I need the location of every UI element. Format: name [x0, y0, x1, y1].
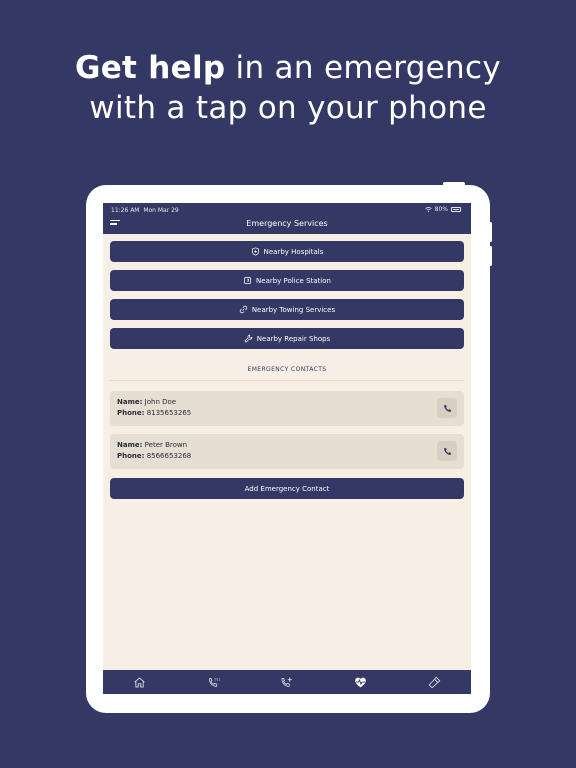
phone-icon [443, 404, 451, 412]
headline-bold: Get help [74, 50, 226, 86]
nearby-police-station-label: Nearby Police Station [256, 276, 331, 285]
svg-text:911: 911 [214, 677, 220, 681]
call-john-doe-button[interactable] [437, 398, 457, 418]
app-header: 11:26 AM Mon Mar 29 80% Emergency Servic… [103, 203, 471, 234]
tablet-volume-up-button [489, 222, 492, 242]
name-label: Name: [117, 398, 143, 406]
phone-icon [443, 447, 451, 455]
status-indicators: 80% [424, 206, 461, 213]
contact-phone-row: Phone: 8566653268 [117, 452, 191, 460]
headline-line-2: with a tap on your phone [89, 90, 487, 126]
emergency-contacts-heading: EMERGENCY CONTACTS [247, 366, 327, 373]
status-clock: 11:26 AM [111, 207, 140, 214]
phone-add-icon [282, 677, 293, 687]
nearby-hospitals-button[interactable]: Nearby Hospitals [110, 241, 464, 262]
status-date: Mon Mar 29 [143, 207, 179, 214]
contact-name-row: Name: John Doe [117, 398, 176, 406]
add-emergency-contact-button[interactable]: Add Emergency Contact [110, 478, 464, 499]
nearby-police-station-button[interactable]: Nearby Police Station [110, 270, 464, 291]
phone-911-icon: 911 [208, 677, 220, 687]
tab-add-contact[interactable] [250, 670, 324, 694]
battery-icon [451, 207, 461, 212]
nearby-towing-services-button[interactable]: Nearby Towing Services [110, 299, 464, 320]
link-icon [239, 305, 248, 314]
nearby-repair-shops-label: Nearby Repair Shops [256, 334, 331, 343]
page-title: Emergency Services [246, 219, 328, 228]
phone-label: Phone: [117, 452, 145, 460]
contact-card: Name: John Doe Phone: 8135653265 [110, 391, 464, 426]
contact-phone: 8566653268 [146, 452, 192, 460]
wifi-icon [424, 207, 432, 212]
tablet-volume-down-button [489, 246, 492, 266]
nearby-towing-services-label: Nearby Towing Services [251, 305, 336, 314]
police-badge-icon [244, 277, 251, 284]
headline: Get help in an emergency with a tap on y… [0, 48, 576, 128]
app-screen: 11:26 AM Mon Mar 29 80% Emergency Servic… [103, 203, 471, 694]
section-divider [110, 380, 464, 381]
status-time: 11:26 AM Mon Mar 29 [111, 207, 179, 214]
contact-card: Name: Peter Brown Phone: 8566653268 [110, 434, 464, 469]
tab-home[interactable] [103, 670, 177, 694]
nearby-repair-shops-button[interactable]: Nearby Repair Shops [110, 328, 464, 349]
flashlight-icon [428, 676, 440, 688]
headline-line-1: Get help in an emergency [0, 48, 576, 88]
heartbeat-icon [355, 677, 366, 687]
contact-name: John Doe [144, 398, 177, 406]
battery-percent: 80% [434, 206, 448, 213]
bottom-tab-bar: 911 [103, 670, 471, 694]
tab-health[interactable] [324, 670, 398, 694]
tab-flashlight[interactable] [397, 670, 471, 694]
contact-name-row: Name: Peter Brown [117, 441, 187, 449]
contact-phone: 8135653265 [146, 409, 192, 417]
shield-plus-icon [251, 247, 259, 256]
nearby-hospitals-label: Nearby Hospitals [263, 247, 324, 256]
contact-phone-row: Phone: 8135653265 [117, 409, 191, 417]
phone-label: Phone: [117, 409, 145, 417]
wrench-icon [244, 334, 253, 343]
name-label: Name: [117, 441, 143, 449]
tab-call-911[interactable]: 911 [177, 670, 251, 694]
home-icon [134, 677, 145, 687]
call-peter-brown-button[interactable] [437, 441, 457, 461]
headline-rest: in an emergency [225, 50, 501, 86]
contact-name: Peter Brown [144, 441, 188, 449]
